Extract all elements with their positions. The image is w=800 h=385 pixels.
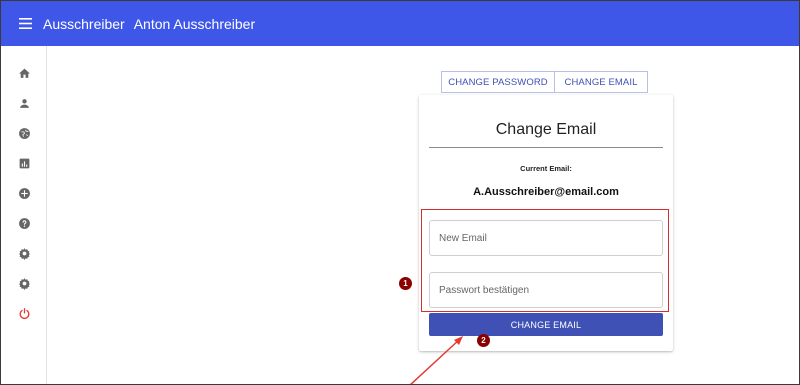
tab-change-email[interactable]: CHANGE EMAIL — [555, 71, 648, 93]
card-divider — [429, 147, 663, 148]
sidebar — [1, 46, 47, 384]
bar-chart-icon — [19, 158, 29, 168]
settings-icon — [18, 247, 30, 260]
app-window: Ausschreiber Anton Ausschreiber CHANGE P… — [0, 0, 800, 385]
app-bar: Ausschreiber Anton Ausschreiber — [1, 1, 799, 46]
sidebar-item-settings-1[interactable] — [1, 238, 47, 268]
change-email-card: Change Email Current Email: A.Ausschreib… — [419, 95, 673, 351]
current-email-label: Current Email: — [520, 164, 572, 173]
card-title: Change Email — [495, 121, 597, 138]
help-icon — [18, 217, 30, 229]
confirm-password-field[interactable] — [429, 272, 663, 308]
power-icon — [19, 307, 29, 319]
sidebar-item-statistics[interactable] — [1, 148, 47, 178]
sidebar-item-logout[interactable] — [1, 298, 47, 328]
annotation-marker-2: 2 — [477, 334, 490, 347]
add-circle-icon — [18, 187, 30, 199]
change-email-button[interactable]: CHANGE EMAIL — [429, 313, 663, 336]
settings-icon — [18, 277, 30, 290]
annotation-marker-1: 1 — [399, 277, 412, 290]
sidebar-item-help[interactable] — [1, 208, 47, 238]
menu-icon[interactable] — [9, 1, 41, 46]
sidebar-item-settings-2[interactable] — [1, 268, 47, 298]
sidebar-item-home[interactable] — [1, 58, 47, 88]
new-email-field[interactable] — [429, 220, 663, 256]
account-tabs: CHANGE PASSWORD CHANGE EMAIL — [441, 71, 648, 93]
annotation-arrow — [410, 336, 463, 384]
tab-change-password[interactable]: CHANGE PASSWORD — [441, 71, 555, 93]
globe-icon — [18, 127, 30, 139]
app-title[interactable]: Ausschreiber — [43, 16, 125, 32]
sidebar-item-add[interactable] — [1, 178, 47, 208]
sidebar-item-globe[interactable] — [1, 118, 47, 148]
sidebar-item-profile[interactable] — [1, 88, 47, 118]
person-icon — [19, 98, 29, 108]
user-name: Anton Ausschreiber — [133, 15, 256, 32]
current-email-value: A.Ausschreiber@email.com — [473, 186, 619, 198]
home-icon — [18, 68, 30, 78]
